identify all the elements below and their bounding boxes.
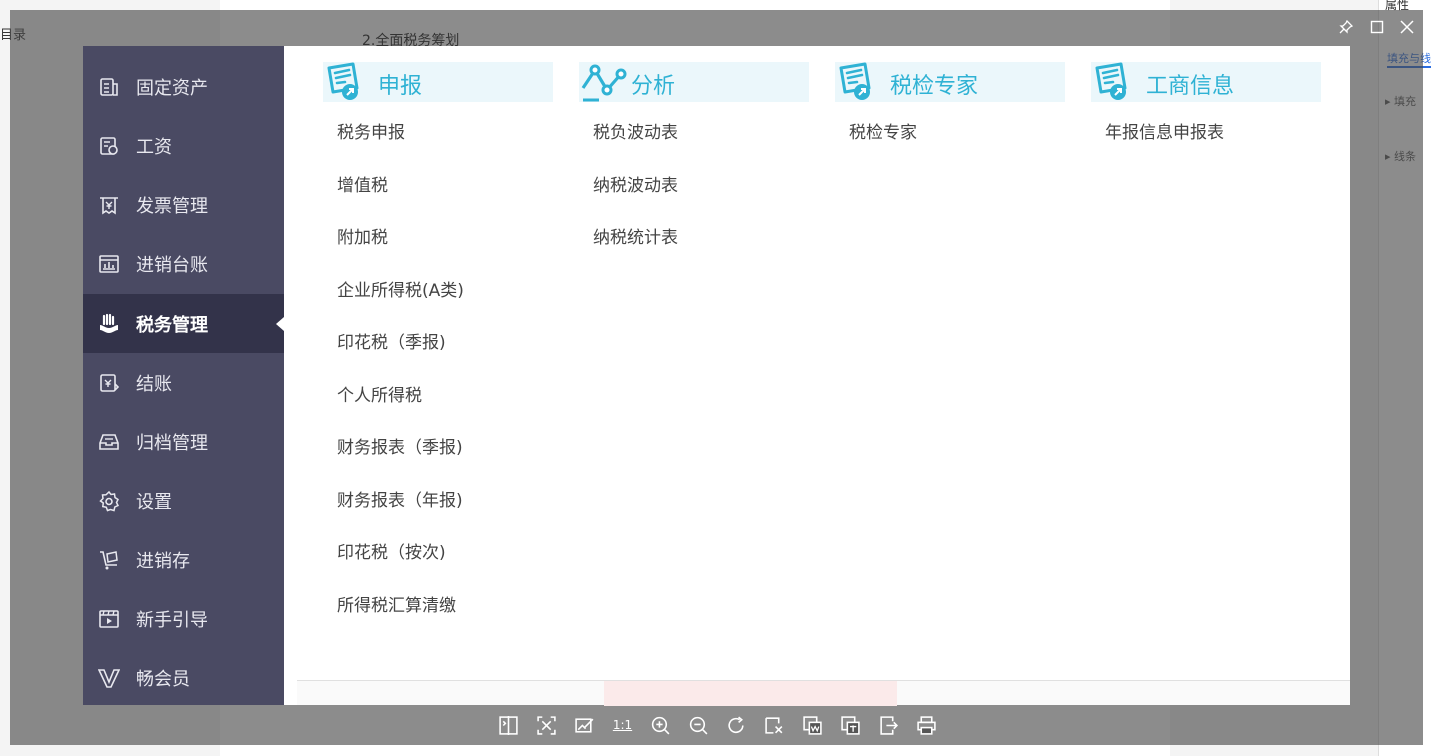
menu-item-tax-declaration[interactable]: 税务申报 [337,120,553,173]
sidebar-item-invoice[interactable]: 发票管理 [83,175,284,234]
column-title: 分析 [631,74,676,99]
active-indicator [276,317,284,331]
image-to-text-icon[interactable] [800,713,825,737]
menu-item-financial-statements-annual[interactable]: 财务报表（年报) [337,488,553,541]
menu-column-analysis: 分析 税负波动表 纳税波动表 纳税统计表 [579,62,809,278]
print-icon[interactable] [914,713,939,737]
zoom-out-icon[interactable] [686,713,711,737]
sidebar-item-label: 结账 [136,373,172,395]
fixed-assets-icon [97,75,121,99]
split-view-icon[interactable] [496,713,521,737]
sidebar-item-label: 设置 [136,491,172,513]
sidebar: 固定资产 工资 发票管理 进销台账 税务管理 结账 归档管理 设置 进销存 新手… [83,46,284,705]
invoice-icon [97,193,121,217]
sidebar-item-label: 进销台账 [136,254,208,276]
column-title: 工商信息 [1146,74,1235,99]
captured-app: 固定资产 工资 发票管理 进销台账 税务管理 结账 归档管理 设置 进销存 新手… [83,46,1350,706]
image-viewer: 2.全面税务筹划 固定资产 工资 发票管理 进销台账 税务管理 结账 归档管理 … [10,10,1423,745]
sidebar-item-label: 新手引导 [136,609,208,631]
column-title: 税检专家 [890,74,979,99]
viewer-toolbar: 1:1 [496,713,939,737]
crop-icon[interactable] [762,713,787,737]
rotate-icon[interactable] [724,713,749,737]
sidebar-item-label: 发票管理 [136,195,208,217]
inventory-icon [97,548,121,572]
column-header: 分析 [579,62,809,102]
column-header: 申报 [323,62,553,102]
menu-item-stamp-tax-per-time[interactable]: 印花税（按次) [337,540,553,593]
sidebar-item-label: 归档管理 [136,432,208,454]
menu-item-corporate-income-tax[interactable]: 企业所得税(A类) [337,278,553,331]
sidebar-item-tax[interactable]: 税务管理 [83,294,284,353]
sidebar-item-label: 固定资产 [136,77,208,99]
pin-icon[interactable] [1337,19,1355,37]
vip-icon [97,666,121,690]
salary-icon [97,134,121,158]
tax-menu-panel: 申报 税务申报 增值税 附加税 企业所得税(A类) 印花税（季报) 个人所得税 … [284,46,1350,680]
guide-video-icon [97,607,121,631]
edit-image-icon[interactable] [572,713,597,737]
sidebar-item-archive[interactable]: 归档管理 [83,412,284,471]
business-info-doc-icon [1095,62,1127,100]
actual-size-label: 1:1 [612,718,633,732]
declare-doc-icon [327,62,359,100]
archive-icon [97,430,121,454]
menu-item-tax-payment-fluctuation[interactable]: 纳税波动表 [593,173,809,226]
menu-item-surtax[interactable]: 附加税 [337,225,553,278]
sidebar-item-inventory[interactable]: 进销存 [83,530,284,589]
sidebar-item-label: 进销存 [136,550,190,572]
column-header: 税检专家 [835,62,1065,102]
sidebar-item-fixed-assets[interactable]: 固定资产 [83,57,284,116]
tax-icon [97,312,121,336]
sidebar-item-settings[interactable]: 设置 [83,471,284,530]
zoom-in-icon[interactable] [648,713,673,737]
checkout-icon [97,371,121,395]
export-icon[interactable] [876,713,901,737]
sidebar-item-label: 税务管理 [136,314,208,336]
sidebar-item-salary[interactable]: 工资 [83,116,284,175]
menu-item-financial-statements-quarterly[interactable]: 财务报表（季报) [337,435,553,488]
menu-column-tax-check: 税检专家 税检专家 [835,62,1065,173]
menu-column-declare: 申报 税务申报 增值税 附加税 企业所得税(A类) 印花税（季报) 个人所得税 … [323,62,553,645]
menu-item-tax-statistics[interactable]: 纳税统计表 [593,225,809,278]
menu-item-stamp-tax-quarterly[interactable]: 印花税（季报) [337,330,553,383]
sidebar-item-label: 工资 [136,136,172,158]
column-title: 申报 [378,74,423,99]
sidebar-item-label: 畅会员 [136,668,190,690]
menu-item-income-tax-settlement[interactable]: 所得税汇算清缴 [337,593,553,646]
close-icon[interactable] [1398,20,1416,37]
image-translate-icon[interactable] [838,713,863,737]
sidebar-item-ledger[interactable]: 进销台账 [83,234,284,293]
maximize-icon[interactable] [1368,20,1386,37]
actual-size-button[interactable]: 1:1 [610,713,635,737]
fit-screen-icon[interactable] [534,713,559,737]
menu-item-annual-report-declaration[interactable]: 年报信息申报表 [1105,120,1321,173]
tax-check-doc-icon [839,62,871,100]
analysis-chart-icon [581,64,627,102]
menu-column-business-info: 工商信息 年报信息申报表 [1091,62,1321,173]
menu-item-vat[interactable]: 增值税 [337,173,553,226]
menu-item-tax-burden-fluctuation[interactable]: 税负波动表 [593,120,809,173]
gear-icon [97,489,121,513]
sidebar-item-checkout[interactable]: 结账 [83,353,284,412]
highlight-cell [604,681,897,706]
menu-item-personal-income-tax[interactable]: 个人所得税 [337,383,553,436]
sidebar-item-guide[interactable]: 新手引导 [83,589,284,648]
ledger-icon [97,252,121,276]
menu-item-tax-check-expert[interactable]: 税检专家 [849,120,1065,173]
column-header: 工商信息 [1091,62,1321,102]
sidebar-item-vip[interactable]: 畅会员 [83,648,284,707]
underlying-page-strip [297,680,1350,706]
